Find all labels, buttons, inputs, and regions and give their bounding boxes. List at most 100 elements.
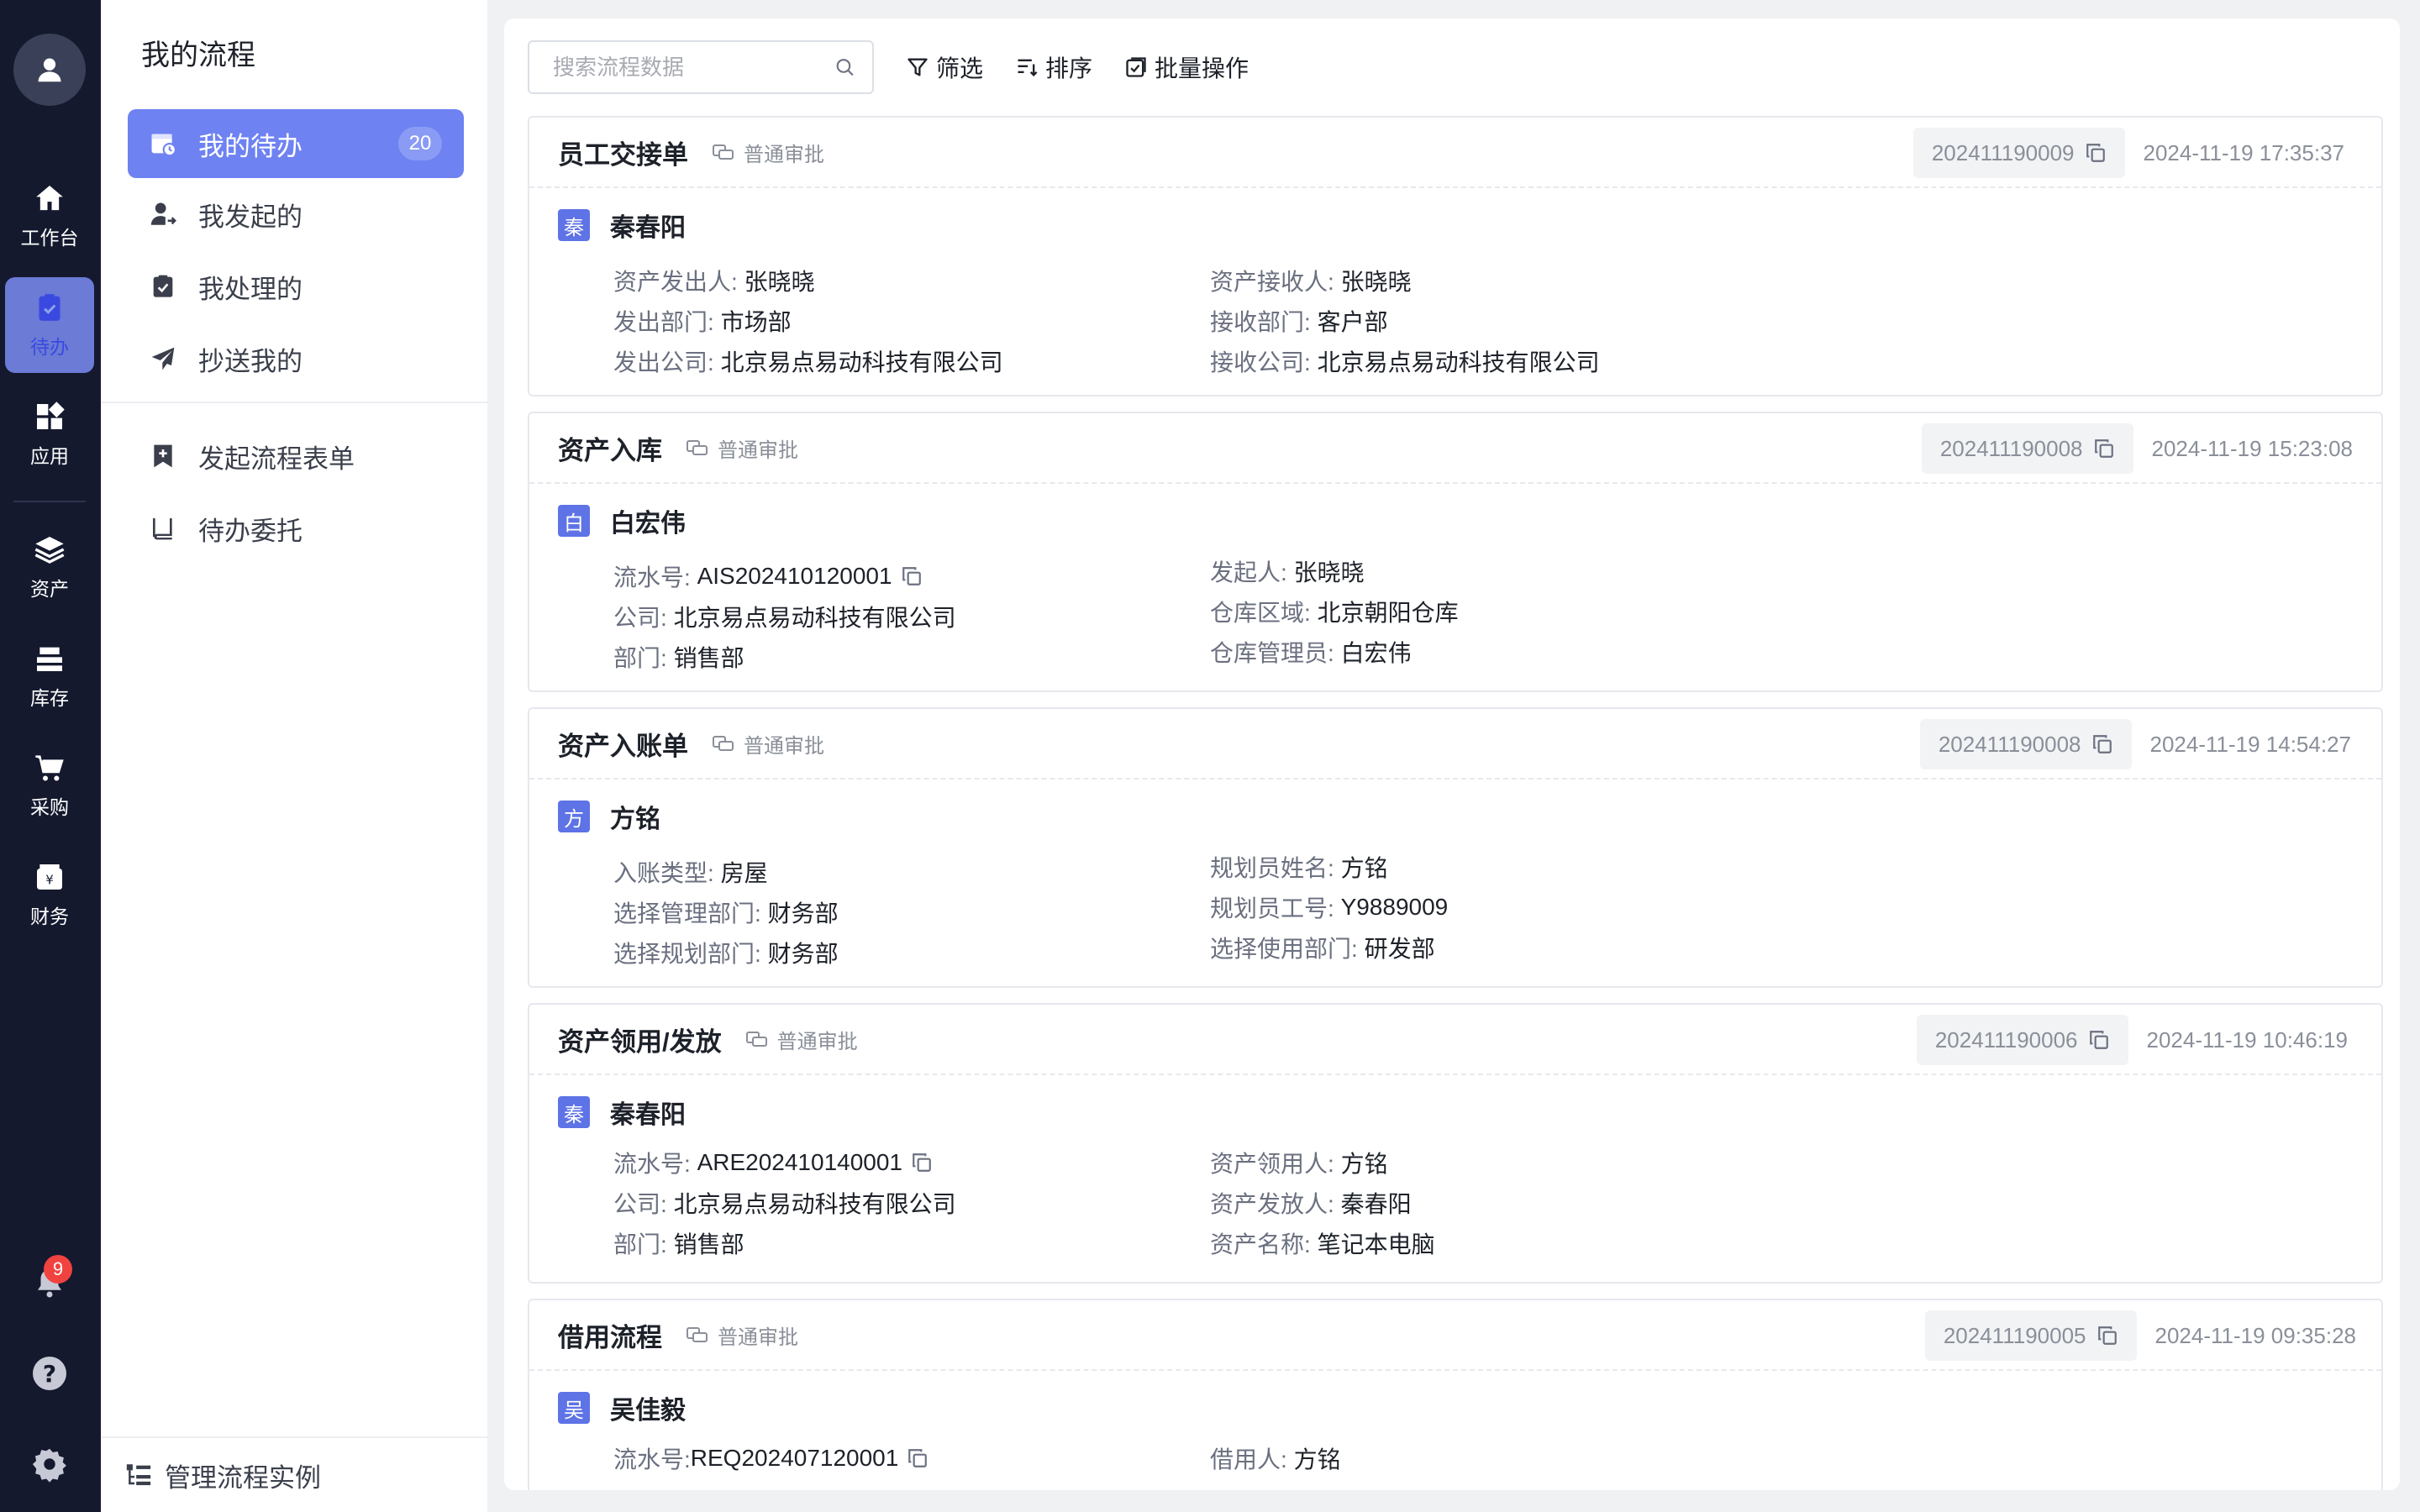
field-item: 公司: 北京易点易动科技有限公司 bbox=[613, 600, 956, 633]
field-key: 公司: bbox=[613, 605, 667, 631]
bookmark-plus-icon bbox=[148, 441, 178, 471]
svg-text:¥: ¥ bbox=[45, 872, 54, 887]
approval-tag: 普通审批 bbox=[745, 1025, 858, 1054]
applicant-avatar: 白 bbox=[558, 505, 590, 537]
notification-button[interactable]: 9 bbox=[27, 1255, 72, 1305]
batch-label: 批量操作 bbox=[1155, 55, 1249, 81]
field-item: 入账类型: 房屋 bbox=[613, 855, 768, 889]
field-item: 发出部门: 市场部 bbox=[613, 304, 792, 338]
settings-button[interactable] bbox=[27, 1441, 72, 1487]
rail-item-apps[interactable]: 应用 bbox=[5, 386, 94, 482]
sidebar-item-initiated[interactable]: 我发起的 bbox=[128, 180, 464, 249]
field-item: 选择规划部门: 财务部 bbox=[613, 936, 839, 969]
sidebar-item-delegate[interactable]: 待办委托 bbox=[128, 494, 464, 563]
sidebar-item-my-todo[interactable]: 我的待办 20 bbox=[128, 109, 464, 178]
field-key: 发起人: bbox=[1210, 559, 1287, 585]
clipboard-check-icon bbox=[148, 271, 178, 302]
applicant: 白白宏伟 bbox=[558, 502, 686, 539]
flow-number-value: 202411190006 bbox=[1934, 1026, 2078, 1053]
flow-number: 202411190005 bbox=[1924, 1310, 2137, 1361]
card-time: 2024-11-19 14:54:27 bbox=[2149, 731, 2352, 757]
sort-label: 排序 bbox=[1045, 55, 1093, 81]
copy-icon[interactable] bbox=[901, 565, 923, 587]
toolbar: 筛选 排序 批量操作 bbox=[528, 40, 1249, 94]
applicant-name: 白宏伟 bbox=[610, 510, 686, 538]
card-title: 资产入账单 bbox=[558, 731, 688, 761]
help-button[interactable]: ? bbox=[27, 1351, 72, 1396]
manage-process-label: 管理流程实例 bbox=[165, 1462, 321, 1493]
field-key: 借用人: bbox=[1210, 1446, 1287, 1473]
search-box bbox=[528, 40, 874, 94]
book-icon bbox=[148, 513, 178, 543]
user-send-icon bbox=[148, 199, 178, 229]
rail-item-todo[interactable]: 待办 bbox=[5, 277, 94, 373]
sidebar-item-label: 抄送我的 bbox=[198, 346, 302, 376]
process-card[interactable]: 借用流程 普通审批 202411190005 2024-11-19 09:35:… bbox=[528, 1299, 2383, 1490]
sidebar-item-label: 我发起的 bbox=[198, 202, 302, 232]
rail-item-inventory[interactable]: 库存 bbox=[5, 628, 94, 724]
sidebar-item-label: 我的待办 bbox=[198, 131, 302, 161]
rail-item-purchase[interactable]: 采购 bbox=[5, 738, 94, 833]
flow-number-value: 202411190008 bbox=[1938, 731, 2081, 757]
card-meta: 202411190008 2024-11-19 14:54:27 bbox=[1919, 719, 2352, 769]
filter-icon bbox=[908, 58, 928, 76]
approval-icon bbox=[713, 736, 734, 751]
process-card[interactable]: 资产领用/发放 普通审批 202411190006 2024-11-19 10:… bbox=[528, 1003, 2383, 1284]
field-value: 北京易点易动科技有限公司 bbox=[673, 605, 956, 631]
field-key: 资产接收人: bbox=[1210, 269, 1334, 295]
flow-number: 202411190009 bbox=[1912, 128, 2125, 178]
rail-item-workbench[interactable]: 工作台 bbox=[5, 168, 94, 264]
approval-tag: 普通审批 bbox=[686, 1320, 798, 1350]
approval-tag: 普通审批 bbox=[712, 138, 824, 167]
filter-button[interactable]: 筛选 bbox=[906, 50, 983, 84]
copy-icon[interactable] bbox=[2096, 1325, 2118, 1347]
field-item: 资产发出人: 张晓晓 bbox=[613, 264, 815, 297]
search-input[interactable] bbox=[553, 54, 834, 81]
flow-number-value: 202411190005 bbox=[1943, 1322, 2086, 1348]
field-item: 接收公司: 北京易点易动科技有限公司 bbox=[1210, 344, 1600, 378]
field-key: 资产发放人: bbox=[1210, 1191, 1334, 1217]
field-key: 流水号: bbox=[613, 1446, 691, 1473]
copy-icon[interactable] bbox=[2085, 142, 2107, 164]
applicant: 吴吴佳毅 bbox=[558, 1389, 686, 1426]
flow-number: 202411190008 bbox=[1921, 423, 2133, 474]
applicant-name: 秦春阳 bbox=[610, 214, 686, 242]
field-value: 笔记本电脑 bbox=[1317, 1231, 1435, 1257]
approval-icon bbox=[713, 144, 734, 160]
process-card[interactable]: 资产入库 普通审批 202411190008 2024-11-19 15:23:… bbox=[528, 412, 2383, 692]
copy-icon[interactable] bbox=[2091, 733, 2113, 755]
approval-tag-label: 普通审批 bbox=[718, 1326, 798, 1349]
send-icon bbox=[148, 344, 178, 374]
card-title: 借用流程 bbox=[558, 1322, 662, 1352]
copy-icon[interactable] bbox=[2093, 438, 2115, 459]
field-value: 白宏伟 bbox=[1340, 640, 1412, 666]
batch-button[interactable]: 批量操作 bbox=[1124, 50, 1249, 84]
applicant-avatar: 秦 bbox=[558, 209, 590, 241]
field-item: 规划员工号: Y9889009 bbox=[1210, 890, 1448, 924]
field-item: 流水号: ARE202410140001 bbox=[613, 1146, 933, 1179]
manage-process-instances[interactable]: 管理流程实例 bbox=[101, 1436, 487, 1512]
card-header: 资产领用/发放 普通审批 202411190006 2024-11-19 10:… bbox=[529, 1005, 2381, 1075]
sort-button[interactable]: 排序 bbox=[1015, 50, 1092, 84]
process-card[interactable]: 员工交接单 普通审批 202411190009 2024-11-19 17:35… bbox=[528, 116, 2383, 396]
sidebar-item-handled[interactable]: 我处理的 bbox=[128, 252, 464, 321]
copy-icon[interactable] bbox=[911, 1152, 933, 1173]
search-icon[interactable] bbox=[834, 56, 855, 78]
copy-icon[interactable] bbox=[907, 1447, 929, 1469]
field-item: 选择使用部门: 研发部 bbox=[1210, 931, 1435, 964]
applicant-name: 吴佳毅 bbox=[610, 1397, 686, 1425]
rail-divider bbox=[13, 501, 86, 502]
copy-icon[interactable] bbox=[2088, 1029, 2110, 1051]
card-title: 员工交接单 bbox=[558, 139, 688, 170]
field-item: 流水号: AIS202410120001 bbox=[613, 559, 923, 593]
process-card[interactable]: 资产入账单 普通审批 202411190008 2024-11-19 14:54… bbox=[528, 707, 2383, 988]
sidebar-item-cc[interactable]: 抄送我的 bbox=[128, 324, 464, 393]
rail-item-label: 资产 bbox=[30, 578, 69, 600]
rail-item-assets[interactable]: 资产 bbox=[5, 519, 94, 615]
field-item: 仓库管理员: 白宏伟 bbox=[1210, 635, 1412, 669]
user-avatar[interactable] bbox=[13, 34, 86, 106]
sidebar-item-start-form[interactable]: 发起流程表单 bbox=[128, 422, 464, 491]
rail-item-finance[interactable]: ¥ 财务 bbox=[5, 847, 94, 942]
clipboard-check-icon bbox=[39, 294, 60, 321]
calendar-clock-icon bbox=[148, 129, 178, 159]
